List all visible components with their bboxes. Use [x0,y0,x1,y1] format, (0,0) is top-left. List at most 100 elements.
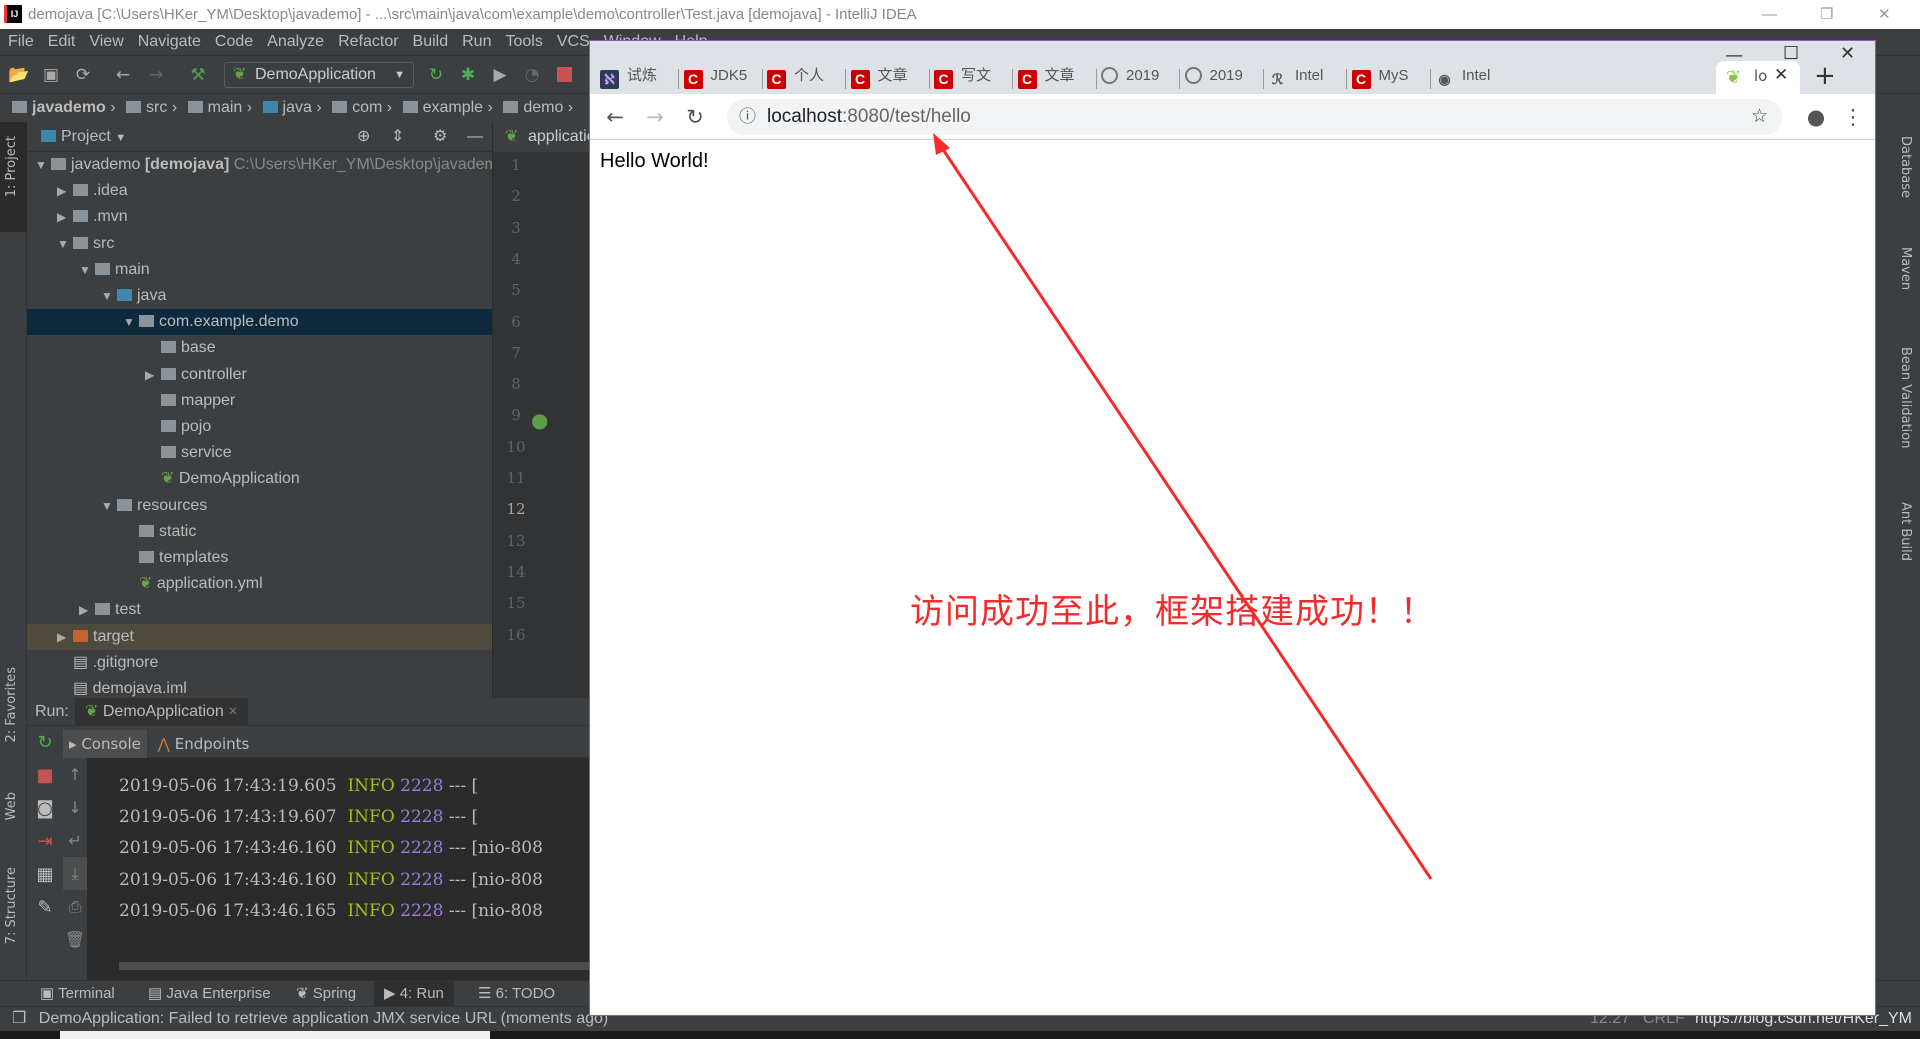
project-view-selector[interactable]: Project [61,128,111,145]
forward-icon[interactable]: → [145,64,167,86]
tool-tab-database[interactable]: Database [1898,136,1913,198]
close-tab-icon[interactable]: ✕ [1774,65,1788,85]
browser-tab[interactable]: ◉ Intel [1435,61,1507,94]
build-hammer-icon[interactable]: ⚒ [187,64,209,86]
breadcrumb-java[interactable]: java › [262,94,322,122]
tool-tab-ant-build[interactable]: Ant Build [1898,502,1913,561]
tool-tab-maven[interactable]: Maven [1898,247,1913,290]
expand-arrow-icon[interactable]: ▼ [79,257,95,283]
camera-icon[interactable]: ◙ [27,792,63,825]
expand-arrow-icon[interactable]: ▼ [101,283,117,309]
tree-item[interactable]: ▤ .gitignore [27,650,492,676]
tree-item[interactable]: pojo [27,414,492,440]
expand-arrow-icon[interactable]: ▶ [57,624,73,650]
rerun-icon[interactable]: ↻ [425,64,447,86]
menu-vcs[interactable]: VCS [557,33,590,50]
browser-tab[interactable]: C 写文 [934,61,1006,94]
debug-icon[interactable]: ✱ [457,64,479,86]
trash-icon[interactable]: 🗑 [63,923,87,956]
expand-arrow-icon[interactable]: ▶ [57,178,73,204]
breadcrumb-com[interactable]: com › [332,94,392,122]
address-bar[interactable]: ⓘ localhost:8080/test/hello ☆ [727,99,1782,135]
breadcrumb-javademo[interactable]: javademo › [12,94,116,122]
tree-item[interactable]: base [27,335,492,361]
print-icon[interactable]: ⎙ [63,890,87,923]
tab-endpoints[interactable]: ⋀ Endpoints [152,730,256,758]
status-message[interactable]: DemoApplication: Failed to retrieve appl… [39,1010,608,1027]
soft-wrap-icon[interactable]: ↵ [63,824,87,857]
expand-arrow-icon[interactable]: ▼ [57,231,73,257]
tree-item[interactable]: ▼ java [27,283,492,309]
save-icon[interactable]: ▣ [40,64,62,86]
restore-layout-icon[interactable]: ⇥ [27,825,63,858]
run-tab-demoapplication[interactable]: ❦ DemoApplication × [75,698,248,726]
menu-run[interactable]: Run [462,33,491,50]
menu-kebab-icon[interactable]: ⋮ [1840,104,1866,130]
browser-tab[interactable]: ℛ Intel [1268,61,1340,94]
scroll-up-icon[interactable]: ↑ [63,758,87,791]
browser-close-button[interactable]: ✕ [1840,43,1855,64]
menu-tools[interactable]: Tools [505,33,542,50]
expand-arrow-icon[interactable]: ▼ [101,493,117,519]
menu-file[interactable]: File [8,33,34,50]
coverage-icon[interactable]: ▶ [489,64,511,86]
tool-tab-todo[interactable]: ☰ 6: TODO [478,981,555,1006]
browser-minimize-button[interactable]: — [1725,45,1743,66]
spring-bean-gutter-icon[interactable]: ● [531,408,548,432]
tree-item[interactable]: ▼ com.example.demo [27,309,492,336]
browser-maximize-button[interactable]: ☐ [1783,43,1799,64]
tool-tab-web[interactable]: Web [4,792,19,820]
profile-icon[interactable]: ◔ [521,64,543,86]
back-icon[interactable]: ← [112,64,134,86]
tree-item[interactable]: ❦ application.yml [27,571,492,597]
tool-tab-run[interactable]: ▶ 4: Run [374,981,454,1006]
scroll-to-end-icon[interactable]: ⤓ [63,857,87,890]
sync-icon[interactable]: ⟳ [72,64,94,86]
tree-item[interactable]: ▶ .idea [27,178,492,204]
tool-tab-java-enterprise[interactable]: ▤ Java Enterprise [148,981,271,1006]
tree-item[interactable]: mapper [27,388,492,414]
minimize-button[interactable]: — [1762,0,1777,29]
new-tab-button[interactable]: + [1814,61,1836,91]
expand-arrow-icon[interactable]: ▶ [145,362,161,388]
tree-item[interactable]: ▼ src [27,231,492,257]
forward-icon[interactable]: → [642,104,668,130]
tree-item[interactable]: templates [27,545,492,571]
menu-analyze[interactable]: Analyze [267,33,324,50]
menu-refactor[interactable]: Refactor [338,33,398,50]
browser-tab[interactable]: C JDK5 [683,61,756,94]
menu-edit[interactable]: Edit [48,33,76,50]
collapse-all-icon[interactable]: ⇕ [391,122,404,152]
tree-item[interactable]: ▼ javademo [demojava] C:\Users\HKer_YM\De… [27,152,507,178]
breadcrumb-src[interactable]: src › [126,94,177,122]
tree-item[interactable]: ▼ main [27,257,492,283]
tree-item[interactable]: ❦ DemoApplication [27,466,492,492]
back-icon[interactable]: ← [602,104,628,130]
close-button[interactable]: ✕ [1878,0,1891,29]
tool-tab-favorites[interactable]: 2: Favorites [4,667,19,743]
editor-tab-application-yml[interactable]: ❦ application.yml [493,122,634,152]
expand-arrow-icon[interactable]: ▼ [123,309,139,335]
expand-arrow-icon[interactable]: ▼ [35,152,51,178]
info-icon[interactable]: ⓘ [739,99,756,135]
locate-icon[interactable]: ⊕ [357,122,370,152]
tree-item[interactable]: ▶ .mvn [27,204,492,230]
close-tab-icon[interactable]: × [228,703,237,720]
scroll-down-icon[interactable]: ↓ [63,791,87,824]
tree-item[interactable]: ▶ test [27,597,492,623]
browser-tab[interactable]: ℵ 试炼 [600,61,672,94]
run-config-dropdown[interactable]: ❦ DemoApplication ▼ [224,62,414,88]
tool-tab-bean-validation[interactable]: Bean Validation [1898,347,1913,448]
menu-code[interactable]: Code [215,33,253,50]
tree-item[interactable]: ▼ resources [27,493,492,519]
stop-icon[interactable] [553,64,575,86]
stop-icon[interactable]: ■ [27,759,63,792]
restore-button[interactable]: ❐ [1820,0,1833,29]
browser-tab[interactable]: C 文章 [1017,61,1090,94]
breadcrumb-main[interactable]: main › [187,94,252,122]
menu-view[interactable]: View [89,33,123,50]
tool-tab-project[interactable]: 1: Project [4,136,19,197]
tree-item[interactable]: static [27,519,492,545]
breadcrumb-demo[interactable]: demo › [503,94,573,122]
tree-item[interactable]: service [27,440,492,466]
